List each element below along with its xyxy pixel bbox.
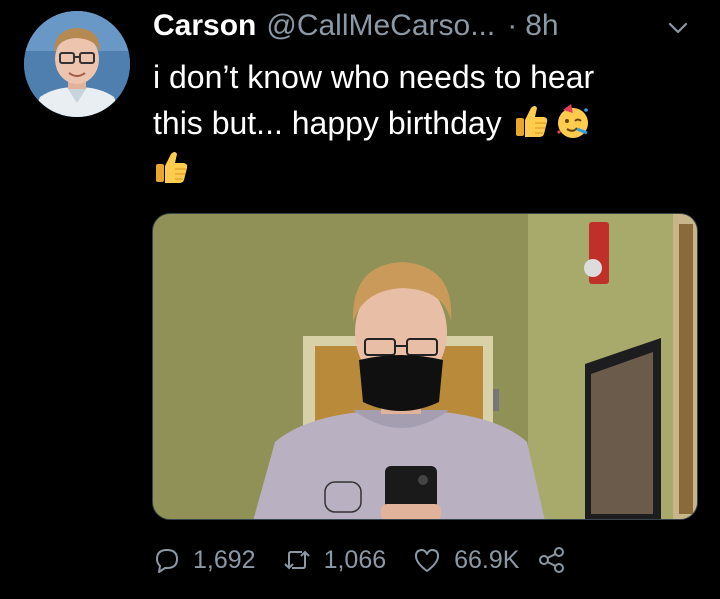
tweet-text-line-3 <box>153 146 698 192</box>
tweet-header: Carson @CallMeCarso... · 8h <box>153 6 559 46</box>
tweet-text-line-1: i don’t know who needs to hear <box>153 59 595 95</box>
tweet-text: i don’t know who needs to hear this but.… <box>153 54 698 192</box>
share-button[interactable] <box>537 546 579 574</box>
retweet-count: 1,066 <box>323 545 387 574</box>
reply-count: 1,692 <box>193 545 256 574</box>
separator-dot: · <box>507 9 518 42</box>
avatar[interactable] <box>24 11 130 117</box>
chevron-down-icon[interactable] <box>666 16 690 40</box>
reply-icon <box>156 549 178 573</box>
tweet-text-line-2-text: this but... happy birthday <box>153 105 502 141</box>
user-handle[interactable]: @CallMeCarso... <box>266 9 495 43</box>
partying-face-icon <box>553 102 591 140</box>
tweet-media[interactable] <box>152 213 698 520</box>
tweet[interactable]: Carson @CallMeCarso... · 8h i don’t know… <box>0 0 720 599</box>
like-count: 66.9K <box>454 545 520 574</box>
tweet-text-line-2: this but... happy birthday <box>153 100 698 146</box>
retweet-button[interactable]: 1,066 <box>282 545 387 575</box>
retweet-icon <box>283 550 310 570</box>
thumbs-up-icon <box>153 148 191 186</box>
like-button[interactable]: 66.9K <box>412 546 519 575</box>
heart-icon <box>415 549 440 572</box>
display-name[interactable]: Carson <box>153 9 256 43</box>
thumbs-up-icon <box>513 102 551 140</box>
share-icon <box>539 547 565 573</box>
avatar-image <box>24 11 130 117</box>
timestamp[interactable]: 8h <box>525 9 558 43</box>
mirror-selfie-photo <box>153 214 697 519</box>
reply-button[interactable]: 1,692 <box>153 546 256 575</box>
tweet-actions: 1,692 1,066 66.9K <box>153 540 605 580</box>
